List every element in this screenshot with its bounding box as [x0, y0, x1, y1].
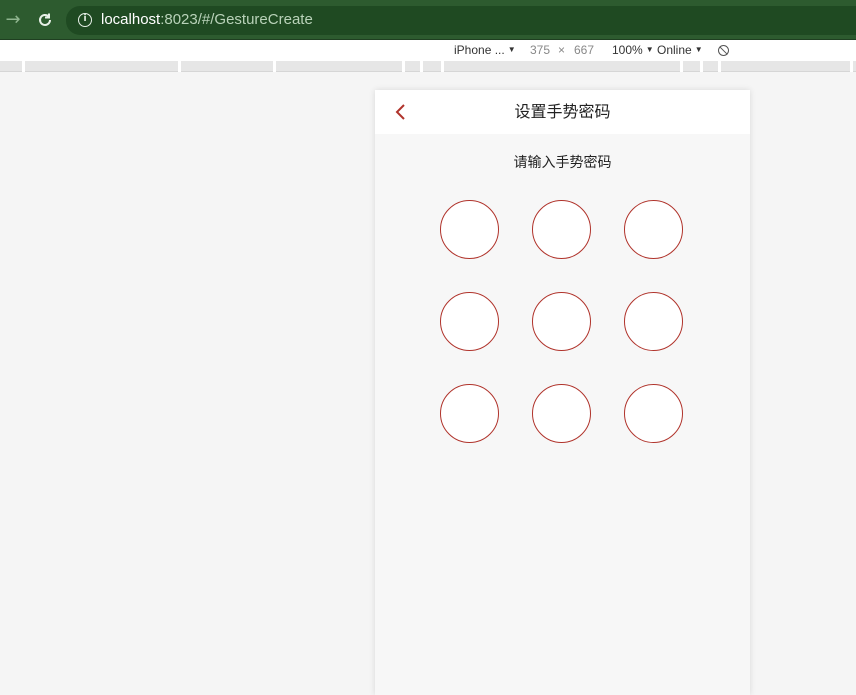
zoom-select-label: 100%	[612, 43, 643, 57]
gesture-dot-1[interactable]	[440, 200, 499, 259]
gesture-dot-5[interactable]	[532, 292, 591, 351]
url-text: localhost:8023/#/GestureCreate	[101, 11, 313, 28]
ruler-tick	[22, 61, 25, 72]
url-input[interactable]: i localhost:8023/#/GestureCreate	[66, 6, 856, 35]
ruler-tick	[718, 61, 721, 72]
ruler-tick	[850, 61, 853, 72]
height-input[interactable]: 667	[574, 43, 594, 57]
gesture-dot-9[interactable]	[624, 384, 683, 443]
media-query-ruler[interactable]	[0, 61, 856, 72]
gesture-dot-2[interactable]	[532, 200, 591, 259]
mobile-viewport: 设置手势密码 请输入手势密码	[375, 90, 750, 695]
info-icon[interactable]: i	[78, 13, 92, 27]
ruler-tick	[680, 61, 683, 72]
gesture-pattern-grid[interactable]	[440, 200, 685, 445]
ruler-tick	[402, 61, 405, 72]
gesture-prompt: 请输入手势密码	[513, 155, 612, 171]
page-title: 设置手势密码	[514, 102, 611, 121]
browser-address-bar: → i localhost:8023/#/GestureCreate	[0, 0, 856, 40]
gesture-dot-4[interactable]	[440, 292, 499, 351]
network-select-label: Online	[657, 43, 692, 57]
device-toolbar: iPhone ... ▼ 375 × 667 100% ▼ Online ▼	[0, 40, 856, 61]
url-path: :8023/#/GestureCreate	[160, 11, 313, 28]
caret-down-icon: ▼	[645, 45, 654, 54]
ruler-tick	[700, 61, 703, 72]
ruler-tick	[441, 61, 444, 72]
width-input[interactable]: 375	[530, 43, 550, 57]
network-select[interactable]: Online ▼	[657, 43, 703, 57]
zoom-select[interactable]: 100% ▼	[612, 43, 654, 57]
device-select-label: iPhone ...	[454, 43, 505, 57]
device-select[interactable]: iPhone ... ▼	[454, 43, 516, 57]
ruler-tick	[420, 61, 423, 72]
caret-down-icon: ▼	[694, 45, 703, 54]
reload-icon[interactable]	[34, 9, 56, 31]
gesture-dot-8[interactable]	[532, 384, 591, 443]
app-header: 设置手势密码	[375, 90, 750, 134]
caret-down-icon: ▼	[507, 45, 516, 54]
ruler-tick	[273, 61, 276, 72]
url-host: localhost	[101, 11, 161, 28]
ruler-tick	[178, 61, 181, 72]
gesture-dot-7[interactable]	[440, 384, 499, 443]
gesture-dot-3[interactable]	[624, 200, 683, 259]
arrow-right-icon[interactable]: →	[2, 9, 24, 31]
dimension-separator: ×	[558, 43, 566, 57]
gesture-dot-6[interactable]	[624, 292, 683, 351]
rotate-icon[interactable]	[718, 45, 729, 56]
